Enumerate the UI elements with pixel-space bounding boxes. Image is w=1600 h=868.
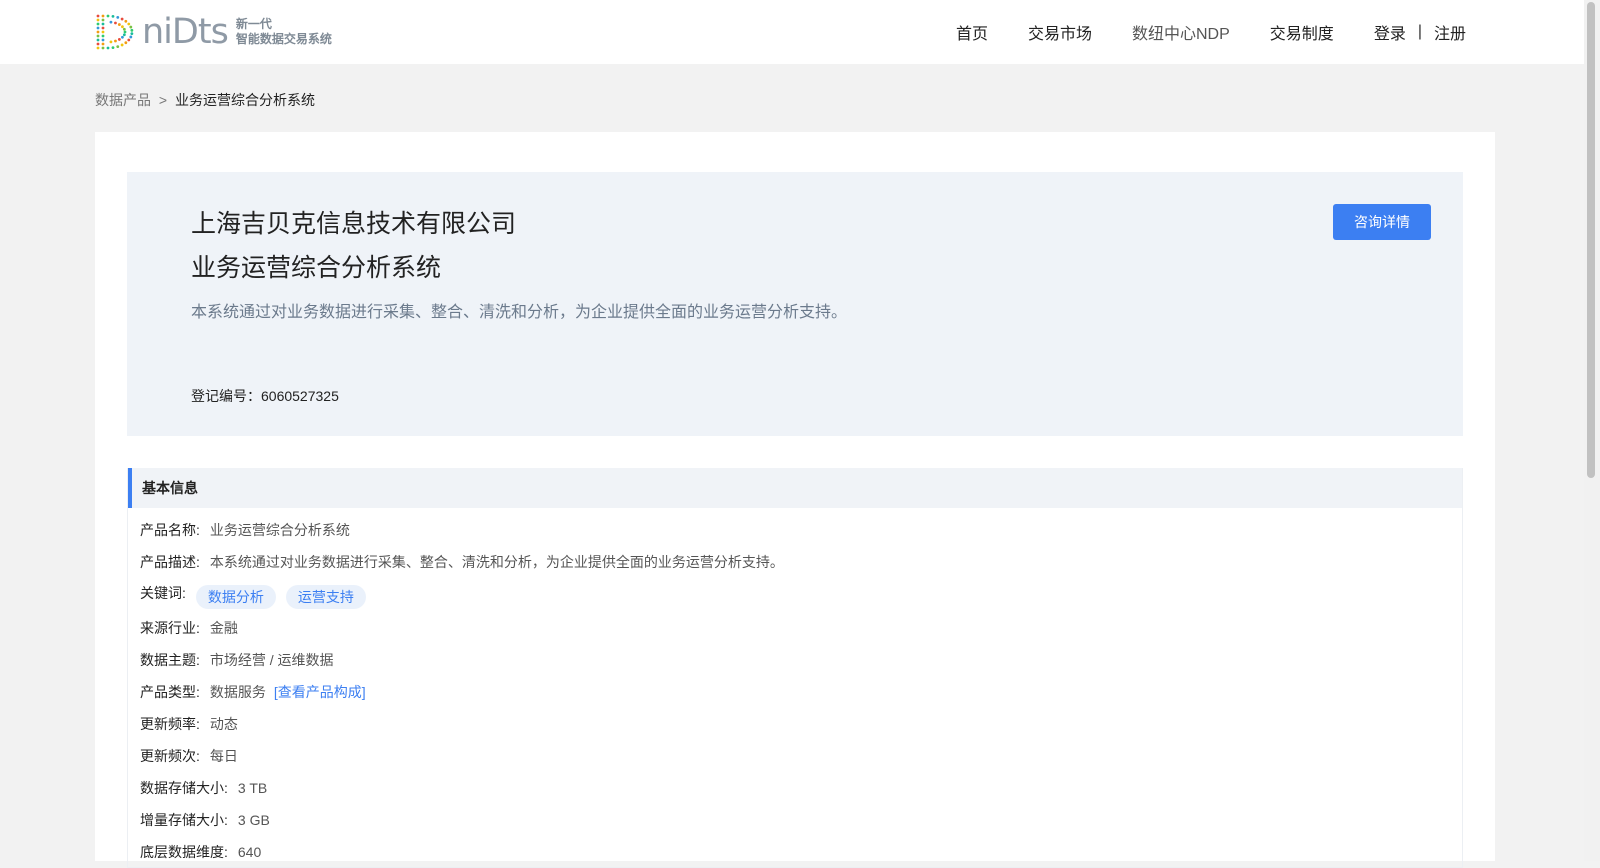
main-content-panel: 上海吉贝克信息技术有限公司 业务运营综合分析系统 本系统通过对业务数据进行采集、… xyxy=(95,132,1495,868)
company-name: 上海吉贝克信息技术有限公司 xyxy=(191,210,517,238)
product-summary: 本系统通过对业务数据进行采集、整合、清洗和分析，为企业提供全面的业务运营分析支持… xyxy=(191,304,848,321)
info-value: 数据服务 xyxy=(209,684,266,700)
info-value: 本系统通过对业务数据进行采集、整合、清洗和分析，为企业提供全面的业务运营分析支持… xyxy=(209,554,784,570)
product-title: 业务运营综合分析系统 xyxy=(191,254,442,282)
nav-item-home[interactable]: 首页 xyxy=(956,20,988,44)
breadcrumb: 数据产品 > 业务运营综合分析系统 xyxy=(95,90,315,110)
info-row-storage-size: 数据存储大小: 3 TB xyxy=(140,778,267,798)
basic-info-card: 基本信息 产品名称: 业务运营综合分析系统 产品描述: 本系统通过对业务数据进行… xyxy=(127,468,1463,868)
logo-subtitle-line2: 智能数据交易系统 xyxy=(235,32,332,46)
info-label: 底层数据维度: xyxy=(140,844,228,860)
info-value: 金融 xyxy=(209,620,238,636)
info-row-product-name: 产品名称: 业务运营综合分析系统 xyxy=(140,520,350,540)
keyword-tag[interactable]: 运营支持 xyxy=(285,585,366,609)
login-link[interactable]: 登录 xyxy=(1374,20,1406,44)
info-value: 每日 xyxy=(209,748,238,764)
basic-info-header: 基本信息 xyxy=(128,468,1462,508)
info-value: 动态 xyxy=(209,716,238,732)
product-hero: 上海吉贝克信息技术有限公司 业务运营综合分析系统 本系统通过对业务数据进行采集、… xyxy=(127,172,1463,436)
nav-item-ndp[interactable]: 数纽中心NDP xyxy=(1132,20,1230,44)
auth-separator: | xyxy=(1417,23,1422,40)
info-row-industry: 来源行业: 金融 xyxy=(140,618,238,638)
dotted-d-logo-icon xyxy=(96,14,134,50)
info-value: 3 TB xyxy=(237,780,268,796)
logo-subtitle: 新一代 智能数据交易系统 xyxy=(236,17,332,47)
breadcrumb-separator: > xyxy=(158,92,168,108)
info-label: 产品名称: xyxy=(140,522,200,538)
info-row-product-desc: 产品描述: 本系统通过对业务数据进行采集、整合、清洗和分析，为企业提供全面的业务… xyxy=(140,552,784,572)
info-label: 数据主题: xyxy=(140,652,200,668)
info-row-keywords: 关键词: 数据分析 运营支持 xyxy=(140,583,366,609)
info-row-dimensions: 底层数据维度: 640 xyxy=(140,842,261,862)
site-logo[interactable]: niDts 新一代 智能数据交易系统 xyxy=(94,12,332,52)
nav-item-rules[interactable]: 交易制度 xyxy=(1270,20,1334,44)
info-row-update-rate: 更新频率: 动态 xyxy=(140,714,238,734)
info-label: 更新频率: xyxy=(140,716,200,732)
view-product-composition-link[interactable]: [查看产品构成] xyxy=(274,682,366,702)
info-row-topic: 数据主题: 市场经营 / 运维数据 xyxy=(140,650,334,670)
logo-subtitle-line1: 新一代 xyxy=(235,17,272,31)
register-link[interactable]: 注册 xyxy=(1434,20,1466,44)
info-label: 增量存储大小: xyxy=(140,812,228,828)
info-value: 3 GB xyxy=(237,812,270,828)
info-row-incremental-size: 增量存储大小: 3 GB xyxy=(140,810,270,830)
consult-details-button[interactable]: 咨询详情 xyxy=(1333,204,1431,240)
info-label: 来源行业: xyxy=(140,620,200,636)
info-value: 业务运营综合分析系统 xyxy=(209,522,350,538)
logo-wordmark: niDts xyxy=(142,11,229,52)
info-row-product-type: 产品类型: 数据服务 [查看产品构成] xyxy=(140,682,366,702)
main-nav: 首页 交易市场 数纽中心NDP 交易制度 登录 | 注册 xyxy=(916,0,1466,64)
auth-links: 登录 | 注册 xyxy=(1374,20,1466,44)
nav-item-market[interactable]: 交易市场 xyxy=(1028,20,1092,44)
registration-number: 登记编号：6060527325 xyxy=(191,388,339,404)
info-label: 更新频次: xyxy=(140,748,200,764)
info-label: 产品类型: xyxy=(140,684,200,700)
top-navigation-bar: niDts 新一代 智能数据交易系统 首页 交易市场 数纽中心NDP 交易制度 … xyxy=(0,0,1584,64)
keyword-tag[interactable]: 数据分析 xyxy=(195,585,276,609)
info-label: 数据存储大小: xyxy=(140,780,228,796)
scrollbar-thumb[interactable] xyxy=(1587,2,1595,478)
info-value: 市场经营 / 运维数据 xyxy=(209,652,334,668)
breadcrumb-parent-link[interactable]: 数据产品 xyxy=(95,92,151,108)
info-row-update-freq: 更新频次: 每日 xyxy=(140,746,238,766)
info-label: 关键词: xyxy=(140,585,186,601)
info-value: 640 xyxy=(237,844,262,860)
page-scrollbar[interactable] xyxy=(1584,0,1600,861)
breadcrumb-current: 业务运营综合分析系统 xyxy=(174,92,315,108)
info-label: 产品描述: xyxy=(140,554,200,570)
